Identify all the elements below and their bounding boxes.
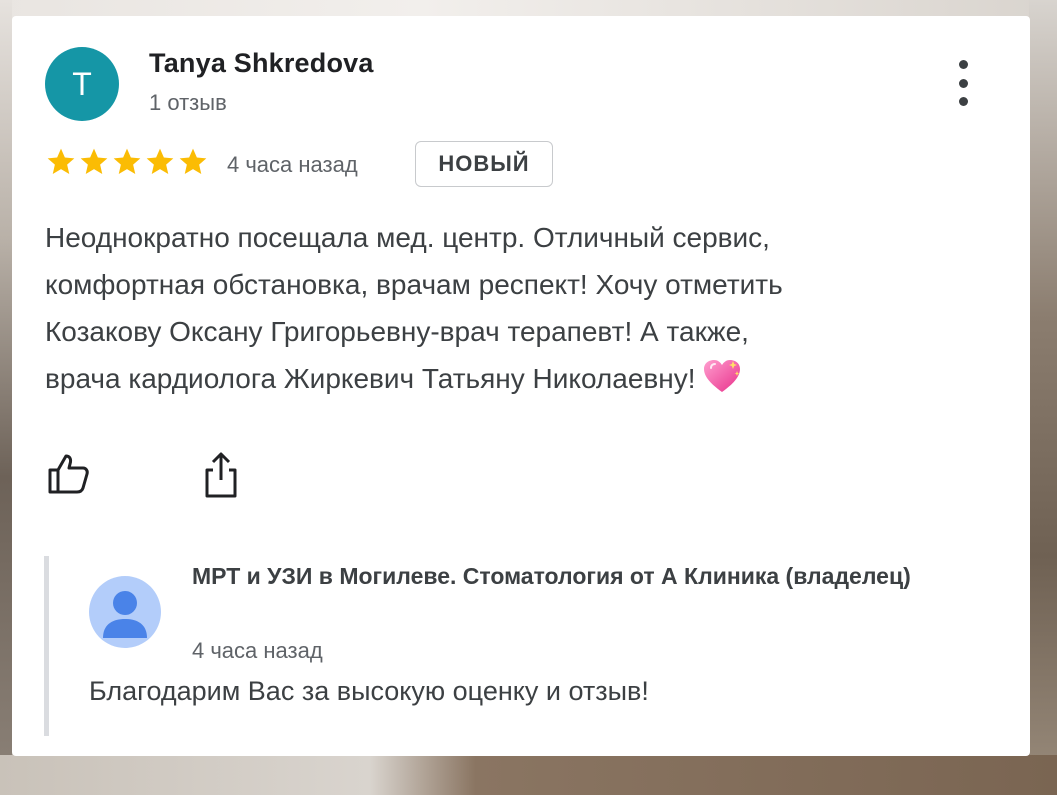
more-vert-icon bbox=[958, 60, 968, 69]
new-badge: НОВЫЙ bbox=[415, 141, 553, 187]
more-vert-icon-dot bbox=[958, 97, 968, 106]
author-initial: T bbox=[72, 65, 92, 102]
author-name[interactable]: Tanya Shkredova bbox=[149, 48, 374, 79]
review-text-line: Неоднократно посещала мед. центр. Отличн… bbox=[45, 222, 770, 253]
reply-time: 4 часа назад bbox=[192, 638, 323, 663]
like-button[interactable] bbox=[46, 450, 92, 496]
share-button[interactable] bbox=[198, 450, 244, 500]
review-text: Неоднократно посещала мед. центр. Отличн… bbox=[45, 214, 1005, 402]
background-right bbox=[1029, 0, 1057, 795]
review-text-line: врача кардиолога Жиркевич Татьяну Никола… bbox=[45, 363, 696, 394]
review-text-line-last: врача кардиолога Жиркевич Татьяну Никола… bbox=[45, 355, 1005, 402]
background-bottom bbox=[0, 755, 1057, 795]
person-icon bbox=[103, 591, 147, 638]
star-icon bbox=[47, 148, 75, 174]
star-icon bbox=[146, 148, 174, 174]
review-time: 4 часа назад bbox=[227, 152, 358, 177]
star-rating bbox=[45, 146, 209, 178]
star-icon bbox=[113, 148, 141, 174]
more-vert-icon-dot bbox=[958, 78, 968, 88]
author-review-count: 1 отзыв bbox=[149, 90, 227, 115]
star-icon bbox=[80, 148, 108, 174]
review-card: T Tanya Shkredova 1 отзыв 4 часа назад Н… bbox=[12, 16, 1030, 756]
author-avatar[interactable]: T bbox=[45, 47, 119, 121]
thumbs-up-icon bbox=[48, 454, 89, 494]
background-left bbox=[0, 0, 12, 795]
reply-text: Благодарим Вас за высокую оценку и отзыв… bbox=[89, 676, 649, 706]
sparkling-heart-icon bbox=[703, 360, 740, 392]
star-icon bbox=[179, 148, 207, 174]
owner-name: МРТ и УЗИ в Могилеве. Стоматология от А … bbox=[192, 563, 911, 589]
reply-divider bbox=[44, 556, 49, 736]
more-options-button[interactable] bbox=[950, 60, 976, 106]
share-icon bbox=[205, 452, 237, 498]
review-text-line: Козакову Оксану Григорьевну-врач терапев… bbox=[45, 316, 749, 347]
review-text-line: комфортная обстановка, врачам респект! Х… bbox=[45, 269, 783, 300]
owner-avatar[interactable] bbox=[89, 576, 161, 648]
